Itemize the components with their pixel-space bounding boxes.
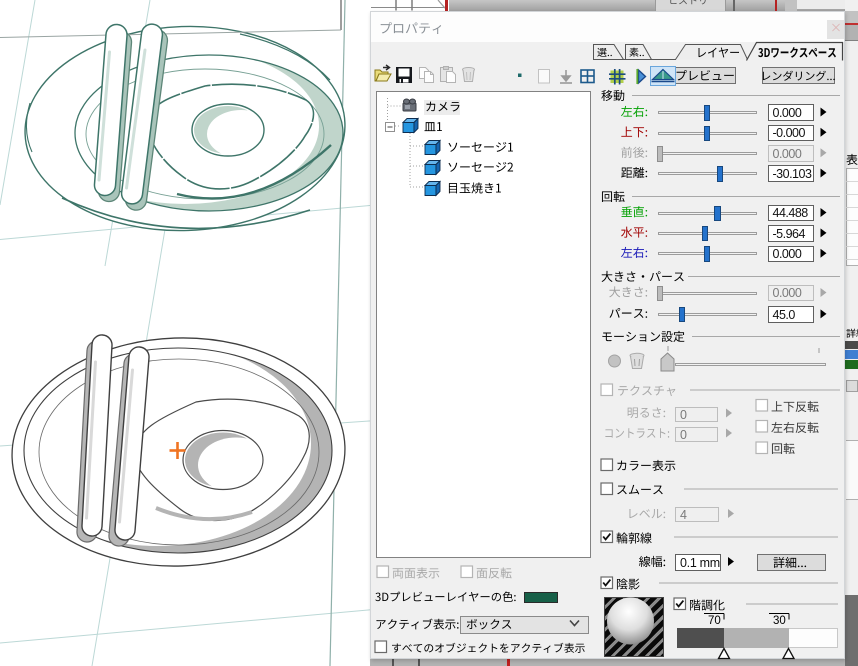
svg-text:30: 30: [773, 615, 786, 627]
svg-text:70: 70: [708, 615, 721, 627]
